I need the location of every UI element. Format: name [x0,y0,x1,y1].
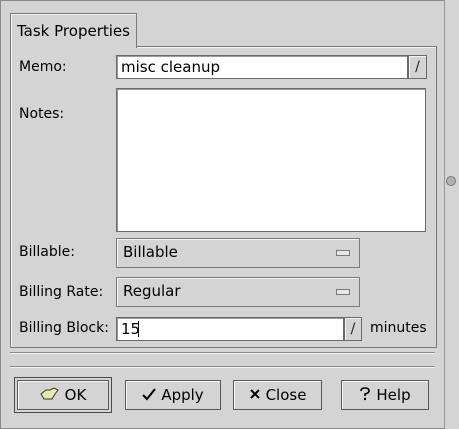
tab-label: Task Properties [17,22,130,40]
question-icon [359,386,371,404]
chevron-down-icon: / [350,321,356,337]
memo-dropdown-button[interactable]: / [408,55,427,79]
dialog-side-panel [444,0,459,429]
billable-selected: Billable [123,243,178,261]
notes-textarea[interactable] [116,88,426,232]
notes-label: Notes: [19,106,65,122]
billable-label: Billable: [19,244,75,260]
billing-rate-selected: Regular [123,282,181,300]
chevron-down-icon: / [415,59,420,75]
option-indicator-icon [336,289,350,295]
help-button[interactable]: Help [341,380,429,410]
billing-block-field[interactable]: 15 [116,317,344,341]
ok-hand-icon [40,386,60,404]
memo-label: Memo: [19,59,67,75]
resize-grip-icon[interactable] [446,176,456,186]
apply-button[interactable]: Apply [125,380,221,410]
memo-field[interactable]: misc cleanup [116,55,408,79]
ok-label: OK [64,386,87,404]
tab-task-properties[interactable]: Task Properties [10,13,137,48]
separator [10,352,435,354]
x-icon [249,388,261,403]
apply-label: Apply [161,386,204,404]
ok-button[interactable]: OK [14,377,112,413]
billing-block-unit: minutes [370,320,427,336]
option-indicator-icon [336,250,350,256]
billing-block-dropdown-button[interactable]: / [344,317,362,341]
close-button[interactable]: Close [233,380,322,410]
text-cursor [138,321,139,337]
billing-block-label: Billing Block: [19,320,109,336]
separator [10,366,435,368]
close-label: Close [265,386,307,404]
help-label: Help [376,386,411,404]
billing-rate-option-menu[interactable]: Regular [116,277,360,307]
billing-rate-label: Billing Rate: [19,284,104,300]
billable-option-menu[interactable]: Billable [116,238,360,268]
checkmark-icon [142,387,157,404]
